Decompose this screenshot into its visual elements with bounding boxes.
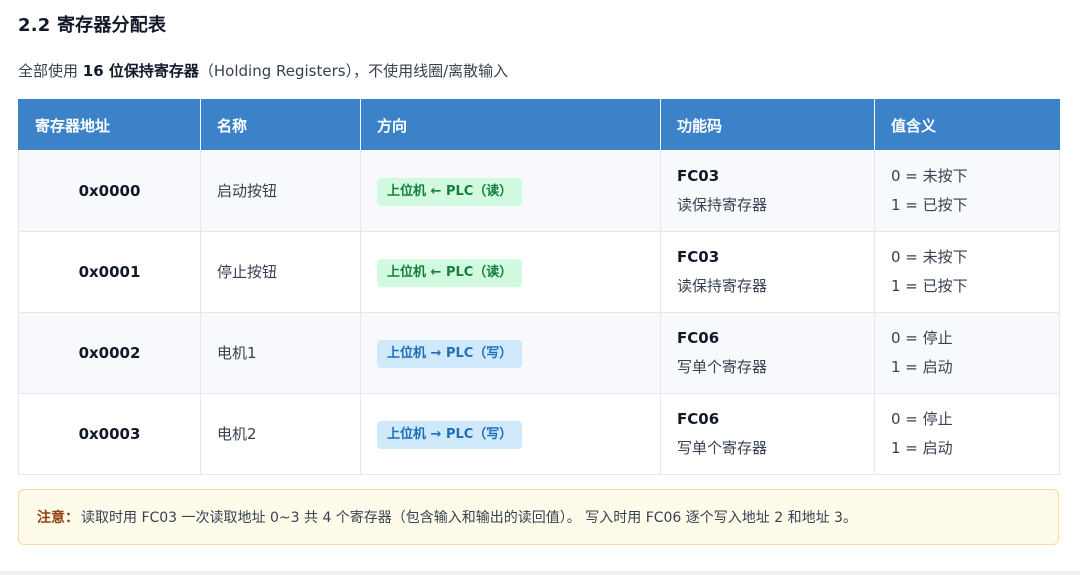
header-direction: 方向 [360,99,661,151]
direction-cell: 上位机 → PLC（写） [360,312,661,394]
header-function-code: 功能码 [660,99,875,151]
value-0: 0 = 未按下 [891,167,968,185]
intro-bold: 16 位保持寄存器 [82,62,199,80]
value-0: 0 = 停止 [891,329,953,347]
section-title: 2.2 寄存器分配表 [18,15,167,36]
register-name: 电机2 [200,393,361,475]
register-name: 启动按钮 [200,150,361,232]
register-name: 电机1 [200,312,361,394]
function-code-desc: 写单个寄存器 [677,439,768,457]
header-value-meaning: 值含义 [874,99,1060,151]
register-name: 停止按钮 [200,231,361,313]
register-address: 0x0002 [18,312,201,394]
value-meaning-cell: 0 = 未按下 1 = 已按下 [874,231,1060,313]
direction-badge: 上位机 → PLC（写） [377,340,523,368]
note-callout: 注意： 读取时用 FC03 一次读取地址 0~3 共 4 个寄存器（包含输入和输出… [18,489,1059,545]
header-name: 名称 [200,99,361,151]
direction-badge: 上位机 ← PLC（读） [377,259,523,287]
table-row: 0x0002 电机1 上位机 → PLC（写） FC06 写单个寄存器 0 = 停… [18,312,1060,394]
function-code-desc: 读保持寄存器 [677,277,768,295]
function-code-cell: FC06 写单个寄存器 [660,312,875,394]
function-code-cell: FC03 读保持寄存器 [660,231,875,313]
function-code: FC03 [677,248,720,266]
register-address: 0x0001 [18,231,201,313]
value-meaning-cell: 0 = 未按下 1 = 已按下 [874,150,1060,232]
register-address: 0x0000 [18,150,201,232]
table-row: 0x0000 启动按钮 上位机 ← PLC（读） FC03 读保持寄存器 0 = … [18,150,1060,232]
value-0: 0 = 未按下 [891,248,968,266]
document-page: 2.2 寄存器分配表 全部使用 16 位保持寄存器（Holding Regist… [0,0,1080,575]
register-table: 寄存器地址 名称 方向 功能码 值含义 0x0000 启动按钮 上位机 ← PL… [18,99,1060,475]
value-1: 1 = 启动 [891,358,953,376]
intro-suffix: （Holding Registers），不使用线圈/离散输入 [198,62,509,80]
value-meaning-cell: 0 = 停止 1 = 启动 [874,393,1060,475]
table-row: 0x0001 停止按钮 上位机 ← PLC（读） FC03 读保持寄存器 0 = … [18,231,1060,313]
direction-badge: 上位机 ← PLC（读） [377,178,523,206]
intro-paragraph: 全部使用 16 位保持寄存器（Holding Registers），不使用线圈/… [18,59,508,83]
value-0: 0 = 停止 [891,410,953,428]
intro-prefix: 全部使用 [18,62,83,80]
function-code-desc: 读保持寄存器 [677,196,768,214]
note-text: 读取时用 FC03 一次读取地址 0~3 共 4 个寄存器（包含输入和输出的读回… [81,510,857,526]
function-code-cell: FC03 读保持寄存器 [660,150,875,232]
header-address: 寄存器地址 [18,99,201,151]
value-meaning-cell: 0 = 停止 1 = 启动 [874,312,1060,394]
function-code-cell: FC06 写单个寄存器 [660,393,875,475]
function-code: FC06 [677,329,720,347]
direction-cell: 上位机 → PLC（写） [360,393,661,475]
note-label: 注意： [37,510,79,526]
direction-badge: 上位机 → PLC（写） [377,421,523,449]
bottom-divider [0,571,1080,575]
direction-cell: 上位机 ← PLC（读） [360,231,661,313]
function-code: FC03 [677,167,720,185]
table-row: 0x0003 电机2 上位机 → PLC（写） FC06 写单个寄存器 0 = 停… [18,393,1060,475]
function-code-desc: 写单个寄存器 [677,358,768,376]
value-1: 1 = 启动 [891,439,953,457]
direction-cell: 上位机 ← PLC（读） [360,150,661,232]
value-1: 1 = 已按下 [891,277,968,295]
function-code: FC06 [677,410,720,428]
table-header-row: 寄存器地址 名称 方向 功能码 值含义 [18,99,1060,151]
value-1: 1 = 已按下 [891,196,968,214]
register-address: 0x0003 [18,393,201,475]
